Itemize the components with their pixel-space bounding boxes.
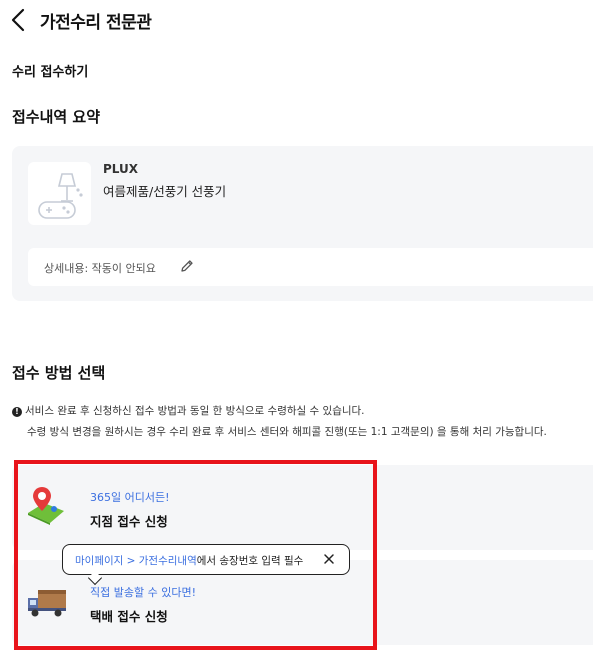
tracking-number-tooltip: 마이페이지 > 가전수리내역에서 송장번호 입력 필수 xyxy=(62,544,350,586)
detail-text: 상세내용: 작동이 안되요 xyxy=(44,262,156,275)
map-pin-icon xyxy=(26,483,70,527)
store-option-subtitle: 365일 어디서든! xyxy=(90,491,170,504)
tooltip-rest-text: 에서 송장번호 입력 필수 xyxy=(196,555,304,567)
summary-heading: 접수내역 요약 xyxy=(12,108,101,126)
app-header: 가전수리 전문관 xyxy=(0,0,593,42)
delivery-truck-icon xyxy=(26,578,70,622)
product-brand: PLUX xyxy=(103,162,139,176)
tooltip-text: 마이페이지 > 가전수리내역에서 송장번호 입력 필수 xyxy=(75,553,303,568)
pencil-icon[interactable] xyxy=(179,258,195,274)
page-title: 가전수리 전문관 xyxy=(40,13,152,33)
chevron-left-icon[interactable] xyxy=(8,6,30,34)
product-name: 여름제품/선풍기 선풍기 xyxy=(103,184,227,199)
courier-option-title: 택배 접수 신청 xyxy=(90,609,168,624)
notice-line: ! 서비스 완료 후 신청하신 접수 방법과 동일 한 방식으로 수령하실 수 있… xyxy=(12,403,365,418)
detail-box: 상세내용: 작동이 안되요 xyxy=(28,248,593,286)
section-title: 수리 접수하기 xyxy=(12,65,89,80)
notice-text-2: 수령 방식 변경을 원하시는 경우 수리 완료 후 서비스 센터와 해피콜 진행… xyxy=(27,426,547,438)
mypage-repair-history-link[interactable]: 마이페이지 > 가전수리내역 xyxy=(75,555,197,567)
info-icon: ! xyxy=(12,407,22,417)
product-placeholder-icon xyxy=(28,162,91,225)
store-receipt-option[interactable]: 365일 어디서든! 지점 접수 신청 xyxy=(12,465,593,550)
close-icon[interactable] xyxy=(321,551,337,567)
method-heading: 접수 방법 선택 xyxy=(12,364,106,382)
store-option-title: 지점 접수 신청 xyxy=(90,514,168,529)
courier-option-subtitle: 직접 발송할 수 있다면! xyxy=(90,586,196,599)
summary-card: PLUX 여름제품/선풍기 선풍기 상세내용: 작동이 안되요 xyxy=(12,146,593,301)
notice-text-1: 서비스 완료 후 신청하신 접수 방법과 동일 한 방식으로 수령하실 수 있습… xyxy=(25,405,365,417)
